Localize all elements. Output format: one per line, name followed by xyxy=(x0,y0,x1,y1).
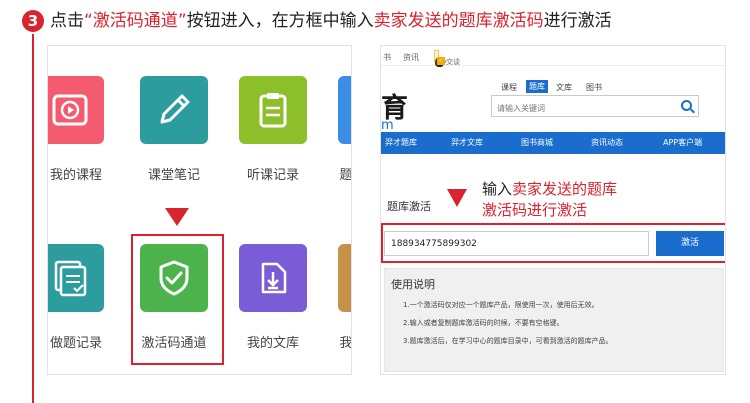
down-arrow-icon xyxy=(447,189,467,207)
tile-label: 题 xyxy=(339,168,352,183)
document-download-icon xyxy=(261,262,287,294)
instruction-text: 点击 xyxy=(50,11,84,31)
usage-line: 3.题库激活后，在学习中心的题库目录中，可看到激活的题库产品。 xyxy=(403,337,613,345)
activation-code-input[interactable] xyxy=(384,231,649,256)
tile-exercise-records[interactable] xyxy=(48,244,104,312)
highlight-frame xyxy=(131,234,224,365)
search-tab-question-bank[interactable]: 题库 xyxy=(526,80,548,93)
annotation-text: 输入卖家发送的题库 激活码进行激活 xyxy=(482,179,617,221)
down-arrow-icon xyxy=(165,208,189,226)
quote-close: ” xyxy=(177,11,187,31)
search-input[interactable] xyxy=(492,98,662,119)
topbar-link[interactable]: 资讯 xyxy=(403,52,419,63)
step-timeline-line xyxy=(32,34,34,403)
activation-web-page: 书 资讯 QQ交谈 ✓ 育 m 课程 题库 文库 图书 羿才题库 羿才文库 图书… xyxy=(380,45,726,375)
entry-name: 激活码通道 xyxy=(92,11,178,31)
search-tab-books[interactable]: 图书 xyxy=(586,82,602,93)
nav-question-bank[interactable]: 羿才题库 xyxy=(385,137,417,148)
quote-open: “ xyxy=(84,11,93,31)
app-grid-panel: 我的课程 课堂笔记 听课记录 题 做题记录 激活码通道 我的文库 我 xyxy=(47,45,352,375)
usage-title: 使用说明 xyxy=(391,278,435,291)
instruction-text: 进行激活 xyxy=(543,11,612,31)
instruction-highlight: 卖家发送的题库激活码 xyxy=(373,11,544,31)
qq-chat-button[interactable]: QQ交谈 ✓ xyxy=(434,50,460,67)
tile-lecture-records[interactable] xyxy=(239,76,307,144)
nav-bookstore[interactable]: 图书商城 xyxy=(521,137,553,148)
tile-partial[interactable] xyxy=(338,76,351,144)
topbar-link[interactable]: 书 xyxy=(383,52,391,63)
search-tab-courses[interactable]: 课程 xyxy=(501,82,517,93)
tile-my-courses[interactable] xyxy=(48,76,104,144)
instruction-text: 按钮进入，在方框中输入 xyxy=(186,11,374,31)
exercise-record-icon xyxy=(54,260,87,297)
step-instruction: 点击“激活码通道”按钮进入，在方框中输入卖家发送的题库激活码进行激活 xyxy=(50,10,612,32)
annotation-line2: 激活码进行激活 xyxy=(482,201,588,219)
nav-app-client[interactable]: APP客户端 xyxy=(663,137,702,148)
checkmark-icon: ✓ xyxy=(437,57,445,65)
tile-class-notes[interactable] xyxy=(140,76,208,144)
tile-label: 课堂笔记 xyxy=(147,168,200,183)
tile-partial[interactable] xyxy=(338,244,351,312)
main-nav: 羿才题库 羿才文库 图书商城 资讯动态 APP客户端 xyxy=(381,132,725,154)
usage-instructions: 使用说明 1.一个激活码仅对应一个题库产品，限使用一次，使用后无效。 2.输入或… xyxy=(384,268,724,372)
site-logo-sub: m xyxy=(381,118,394,133)
nav-news[interactable]: 资讯动态 xyxy=(591,137,623,148)
clipboard-icon xyxy=(259,93,287,128)
play-video-icon xyxy=(52,94,88,126)
tile-label: 做题记录 xyxy=(49,336,102,351)
annotation-part: 输入 xyxy=(482,180,513,198)
tile-my-library[interactable] xyxy=(239,244,307,312)
search-icon[interactable] xyxy=(681,100,692,111)
section-title: 题库激活 xyxy=(387,200,431,213)
search-box xyxy=(491,95,699,119)
nav-library[interactable]: 羿才文库 xyxy=(451,137,483,148)
step-number-badge: 3 xyxy=(22,10,44,32)
search-tab-library[interactable]: 文库 xyxy=(556,82,572,93)
tile-label: 我的课程 xyxy=(49,168,102,183)
activate-button[interactable]: 激活 xyxy=(656,231,724,256)
usage-line: 1.一个激活码仅对应一个题库产品，限使用一次，使用后无效。 xyxy=(403,301,599,309)
usage-line: 2.输入或者复制题库激活码的时候，不要有空格键。 xyxy=(403,319,564,327)
pencil-icon xyxy=(160,94,190,124)
annotation-highlight: 卖家发送的题库 xyxy=(512,180,618,198)
tile-label: 我 xyxy=(339,336,352,351)
top-bar: 书 资讯 QQ交谈 ✓ xyxy=(381,46,725,67)
